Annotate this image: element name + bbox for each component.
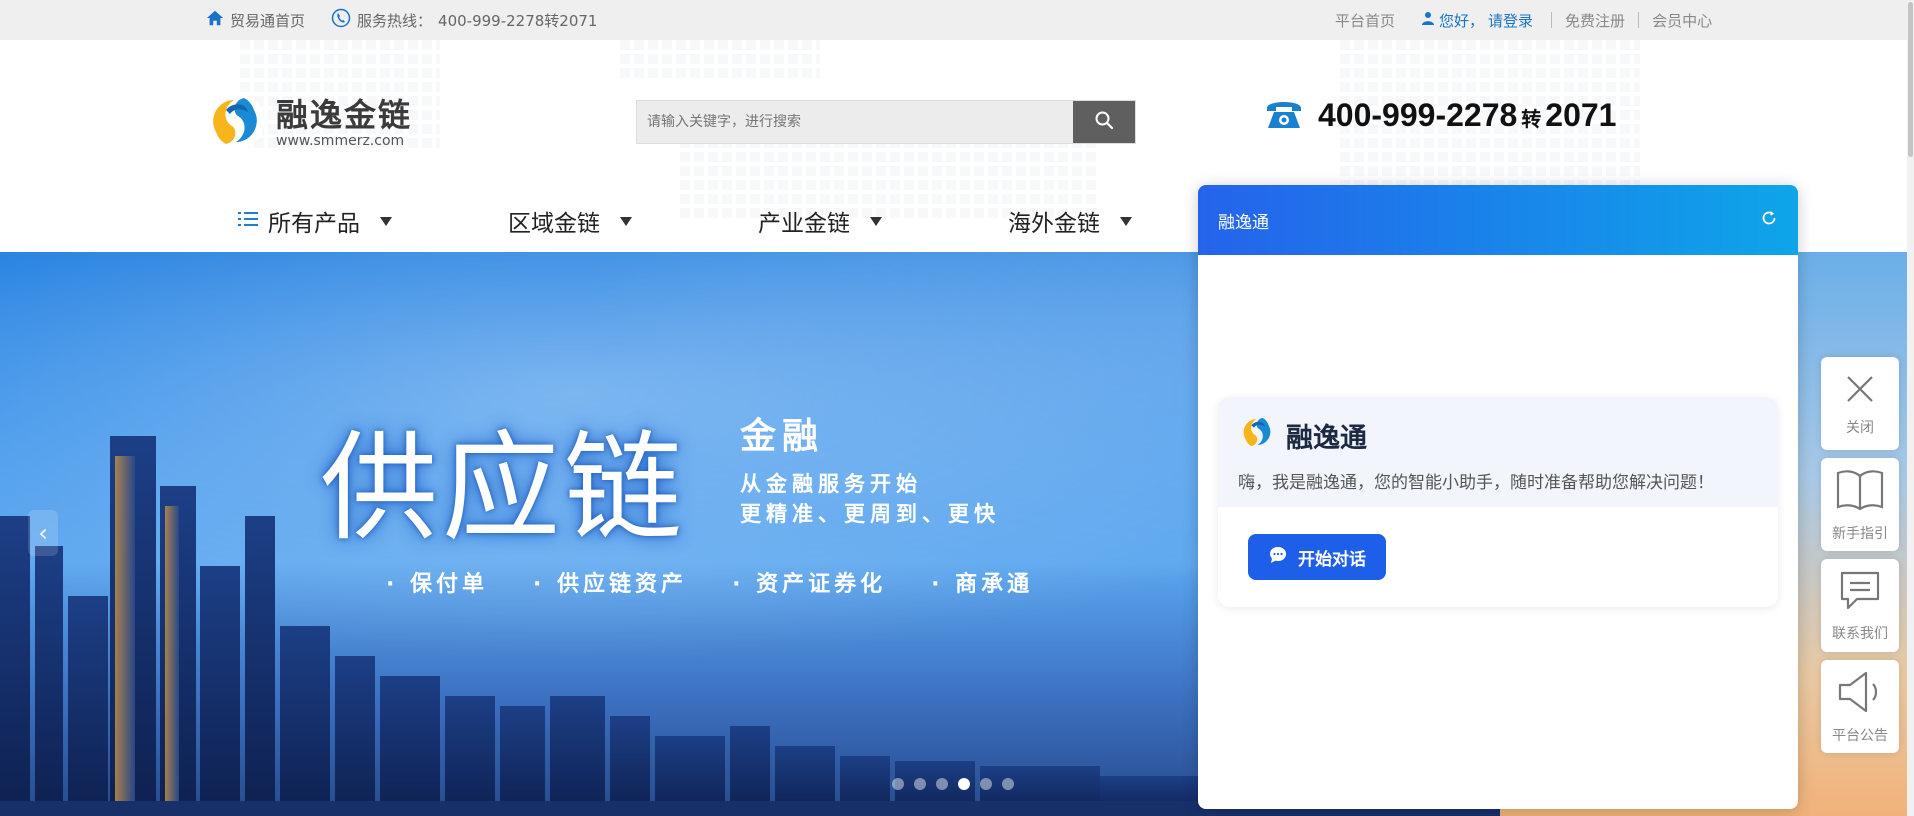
greeting-text: 您好， [1439, 11, 1485, 30]
message-icon [1837, 569, 1883, 617]
welcome-message: 嗨，我是融逸通，您的智能小助手，随时准备帮助您解决问题！ [1238, 473, 1714, 493]
page-scrollbar[interactable] [1907, 0, 1914, 816]
site-logo[interactable]: 融逸金链 www.smmerz.com [204, 90, 412, 156]
chat-header: 融逸通 [1198, 185, 1798, 255]
nav-label: 所有产品 [268, 211, 360, 237]
caret-down-icon [620, 216, 632, 226]
start-chat-label: 开始对话 [1298, 549, 1366, 570]
guide-button[interactable]: 新手指引 [1821, 458, 1899, 551]
side-toolbar: 关闭 新手指引 联系我们 平台公告 [1821, 357, 1899, 753]
welcome-card: 融逸通 嗨，我是融逸通，您的智能小助手，随时准备帮助您解决问题！ 开始对话 [1218, 397, 1778, 607]
close-icon [1842, 371, 1878, 411]
start-chat-button[interactable]: 开始对话 [1248, 534, 1386, 580]
welcome-card-top: 融逸通 嗨，我是融逸通，您的智能小助手，随时准备帮助您解决问题！ [1218, 397, 1778, 507]
welcome-card-title: 融逸通 [1238, 413, 1758, 458]
banner-dot[interactable] [936, 778, 948, 790]
trade-home-label: 贸易通首页 [230, 11, 306, 30]
contact-button[interactable]: 联系我们 [1821, 559, 1899, 652]
member-center-link[interactable]: 会员中心 [1639, 10, 1725, 31]
top-bar: 贸易通首页 服务热线： 400-999-2278转2071 平台首页 您好， 请登… [0, 0, 1914, 40]
top-bar-left: 贸易通首页 服务热线： 400-999-2278转2071 [206, 0, 597, 40]
chat-header-title: 融逸通 [1218, 212, 1269, 233]
search-button[interactable] [1073, 101, 1135, 143]
caret-down-icon [870, 216, 882, 226]
telephone-icon [1264, 96, 1304, 134]
logo-text: 融逸金链 www.smmerz.com [276, 97, 412, 149]
banner-tags: · 保付单 · 供应链资产 · 资产证券化 · 商承通 [386, 566, 1033, 598]
top-bar-right: 平台首页 您好， 请登录 免费注册 会员中心 [1322, 0, 1725, 40]
notice-label: 平台公告 [1832, 727, 1888, 744]
close-label: 关闭 [1846, 419, 1874, 436]
banner-pagination [892, 778, 1014, 790]
hotline-ext: 2071 [1545, 96, 1617, 133]
logo-name: 融逸金链 [276, 96, 413, 134]
banner-tag: · 供应链资产 [533, 572, 688, 597]
banner-sub-heading: 金融 [740, 416, 825, 457]
scrollbar-thumb[interactable] [1908, 2, 1913, 157]
hotline-zhuan: 转 [1521, 108, 1542, 131]
list-icon [238, 208, 258, 234]
hotline-label: 服务热线： [357, 11, 433, 30]
user-icon [1421, 11, 1435, 29]
trade-home-link[interactable]: 贸易通首页 [206, 9, 305, 31]
banner-tag: · 资产证券化 [732, 572, 887, 597]
banner-dot-active[interactable] [958, 778, 970, 790]
nav-industry-chain[interactable]: 产业金链 [758, 204, 882, 238]
refresh-icon[interactable] [1760, 209, 1778, 232]
chat-bubble-icon [1268, 545, 1288, 570]
search-input[interactable] [637, 101, 1073, 143]
banner-subtitle: 金融 从金融服务开始 更精准、更周到、更快 [740, 407, 1000, 529]
assistant-name: 融逸通 [1286, 423, 1367, 454]
nav-label: 海外金链 [1008, 211, 1100, 237]
nav-label: 产业金链 [758, 211, 850, 237]
platform-home-link[interactable]: 平台首页 [1322, 10, 1408, 31]
banner-sub-text: 从金融服务开始 更精准、更周到、更快 [740, 469, 1000, 529]
banner-prev-button[interactable]: ‹ [28, 510, 58, 556]
service-hotline: 服务热线： 400-999-2278转2071 [331, 8, 597, 32]
nav-overseas-chain[interactable]: 海外金链 [1008, 204, 1132, 238]
home-icon [206, 9, 224, 31]
logo-icon [204, 90, 266, 156]
hotline-main: 400-999-2278 [1318, 96, 1518, 133]
login-link[interactable]: 您好， 请登录 [1408, 10, 1551, 31]
assistant-logo-icon [1238, 413, 1276, 458]
chevron-left-icon: ‹ [38, 519, 48, 547]
login-text: 请登录 [1488, 11, 1534, 30]
hotline-display: 400-999-2278 转 2071 [1318, 97, 1616, 134]
caret-down-icon [1120, 216, 1132, 226]
banner-title: 供应链 [320, 419, 687, 557]
guide-label: 新手指引 [1832, 525, 1888, 542]
banner-dot[interactable] [914, 778, 926, 790]
header-hotline: 400-999-2278 转 2071 [1264, 96, 1616, 134]
notice-button[interactable]: 平台公告 [1821, 660, 1899, 753]
banner-tag: · 商承通 [931, 572, 1034, 597]
banner-sub-line: 更精准、更周到、更快 [740, 502, 1000, 526]
banner-dot[interactable] [1002, 778, 1014, 790]
main-nav: 所有产品 区域金链 产业金链 海外金链 [0, 190, 1200, 252]
speaker-icon [1836, 669, 1884, 719]
close-panel-button[interactable]: 关闭 [1821, 357, 1899, 450]
banner-sub-line: 从金融服务开始 [740, 472, 922, 496]
register-link[interactable]: 免费注册 [1552, 10, 1638, 31]
logo-url: www.smmerz.com [276, 133, 405, 149]
nav-label: 区域金链 [508, 211, 600, 237]
banner-tag: · 保付单 [386, 572, 489, 597]
phone-icon [331, 8, 351, 32]
banner-dot[interactable] [980, 778, 992, 790]
search-icon [1094, 110, 1114, 134]
caret-down-icon [380, 216, 392, 226]
book-icon [1834, 467, 1886, 517]
hotline-number: 400-999-2278转2071 [438, 11, 598, 30]
banner-dot[interactable] [892, 778, 904, 790]
search-bar [636, 100, 1136, 144]
nav-all-products[interactable]: 所有产品 [238, 204, 392, 238]
contact-label: 联系我们 [1832, 625, 1888, 642]
chat-widget: 融逸通 融逸通 嗨，我是融逸通，您的智能小助手，随时准备帮助您解决问题！ 开始对… [1198, 185, 1798, 809]
nav-regional-chain[interactable]: 区域金链 [508, 204, 632, 238]
